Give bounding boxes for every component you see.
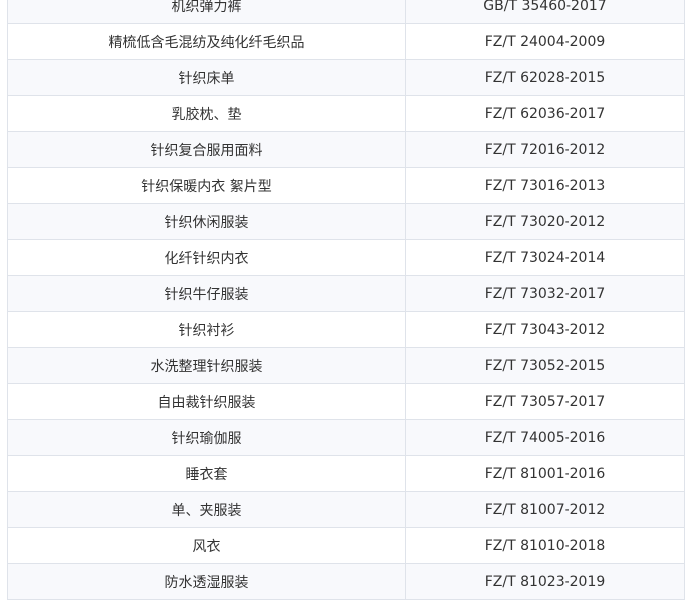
standard-code-cell: FZ/T 24004-2009: [405, 23, 685, 60]
table-row: 精梳低含毛混纺及纯化纤毛织品 FZ/T 24004-2009: [7, 23, 685, 60]
product-name-cell: 水洗整理针织服装: [7, 347, 406, 384]
table-row: 机织弹力裤 GB/T 35460-2017: [7, 0, 685, 24]
table-row: 水洗整理针织服装 FZ/T 73052-2015: [7, 347, 685, 384]
table-row: 睡衣套 FZ/T 81001-2016: [7, 455, 685, 492]
standard-code-cell: FZ/T 62028-2015: [405, 59, 685, 96]
standard-code-cell: FZ/T 81023-2019: [405, 563, 685, 600]
standard-code-cell: FZ/T 73016-2013: [405, 167, 685, 204]
product-name-cell: 针织床单: [7, 59, 406, 96]
standard-code-cell: FZ/T 73043-2012: [405, 311, 685, 348]
table-row: 针织保暖内衣 絮片型 FZ/T 73016-2013: [7, 167, 685, 204]
table-row: 针织牛仔服装 FZ/T 73032-2017: [7, 275, 685, 312]
table-row: 自由裁针织服装 FZ/T 73057-2017: [7, 383, 685, 420]
product-name-cell: 针织休闲服装: [7, 203, 406, 240]
table-row: 乳胶枕、垫 FZ/T 62036-2017: [7, 95, 685, 132]
standard-code-cell: FZ/T 81010-2018: [405, 527, 685, 564]
standard-code-cell: FZ/T 72016-2012: [405, 131, 685, 168]
table-row: 针织衬衫 FZ/T 73043-2012: [7, 311, 685, 348]
table-row: 防水透湿服装 FZ/T 81023-2019: [7, 563, 685, 600]
table-row: 风衣 FZ/T 81010-2018: [7, 527, 685, 564]
product-name-cell: 单、夹服装: [7, 491, 406, 528]
product-name-cell: 针织衬衫: [7, 311, 406, 348]
table-row: 针织复合服用面料 FZ/T 72016-2012: [7, 131, 685, 168]
product-name-cell: 针织复合服用面料: [7, 131, 406, 168]
table-row: 针织休闲服装 FZ/T 73020-2012: [7, 203, 685, 240]
standard-code-cell: FZ/T 73057-2017: [405, 383, 685, 420]
product-name-cell: 自由裁针织服装: [7, 383, 406, 420]
standard-code-cell: FZ/T 73032-2017: [405, 275, 685, 312]
standard-code-cell: FZ/T 73020-2012: [405, 203, 685, 240]
table-body: 机织弹力裤 GB/T 35460-2017 精梳低含毛混纺及纯化纤毛织品 FZ/…: [7, 0, 685, 600]
product-name-cell: 风衣: [7, 527, 406, 564]
standard-code-cell: GB/T 35460-2017: [405, 0, 685, 24]
product-name-cell: 针织牛仔服装: [7, 275, 406, 312]
product-name-cell: 精梳低含毛混纺及纯化纤毛织品: [7, 23, 406, 60]
product-name-cell: 针织瑜伽服: [7, 419, 406, 456]
standard-code-cell: FZ/T 74005-2016: [405, 419, 685, 456]
standard-code-cell: FZ/T 62036-2017: [405, 95, 685, 132]
product-name-cell: 乳胶枕、垫: [7, 95, 406, 132]
product-name-cell: 睡衣套: [7, 455, 406, 492]
table-row: 针织床单 FZ/T 62028-2015: [7, 59, 685, 96]
table-row: 针织瑜伽服 FZ/T 74005-2016: [7, 419, 685, 456]
product-name-cell: 针织保暖内衣 絮片型: [7, 167, 406, 204]
table-row: 化纤针织内衣 FZ/T 73024-2014: [7, 239, 685, 276]
standard-code-cell: FZ/T 73024-2014: [405, 239, 685, 276]
standard-code-cell: FZ/T 73052-2015: [405, 347, 685, 384]
page: 机织弹力裤 GB/T 35460-2017 精梳低含毛混纺及纯化纤毛织品 FZ/…: [0, 0, 691, 615]
standard-code-cell: FZ/T 81007-2012: [405, 491, 685, 528]
standard-code-cell: FZ/T 81001-2016: [405, 455, 685, 492]
standards-table: 机织弹力裤 GB/T 35460-2017 精梳低含毛混纺及纯化纤毛织品 FZ/…: [7, 0, 685, 600]
product-name-cell: 化纤针织内衣: [7, 239, 406, 276]
table-row: 单、夹服装 FZ/T 81007-2012: [7, 491, 685, 528]
product-name-cell: 机织弹力裤: [7, 0, 406, 24]
product-name-cell: 防水透湿服装: [7, 563, 406, 600]
